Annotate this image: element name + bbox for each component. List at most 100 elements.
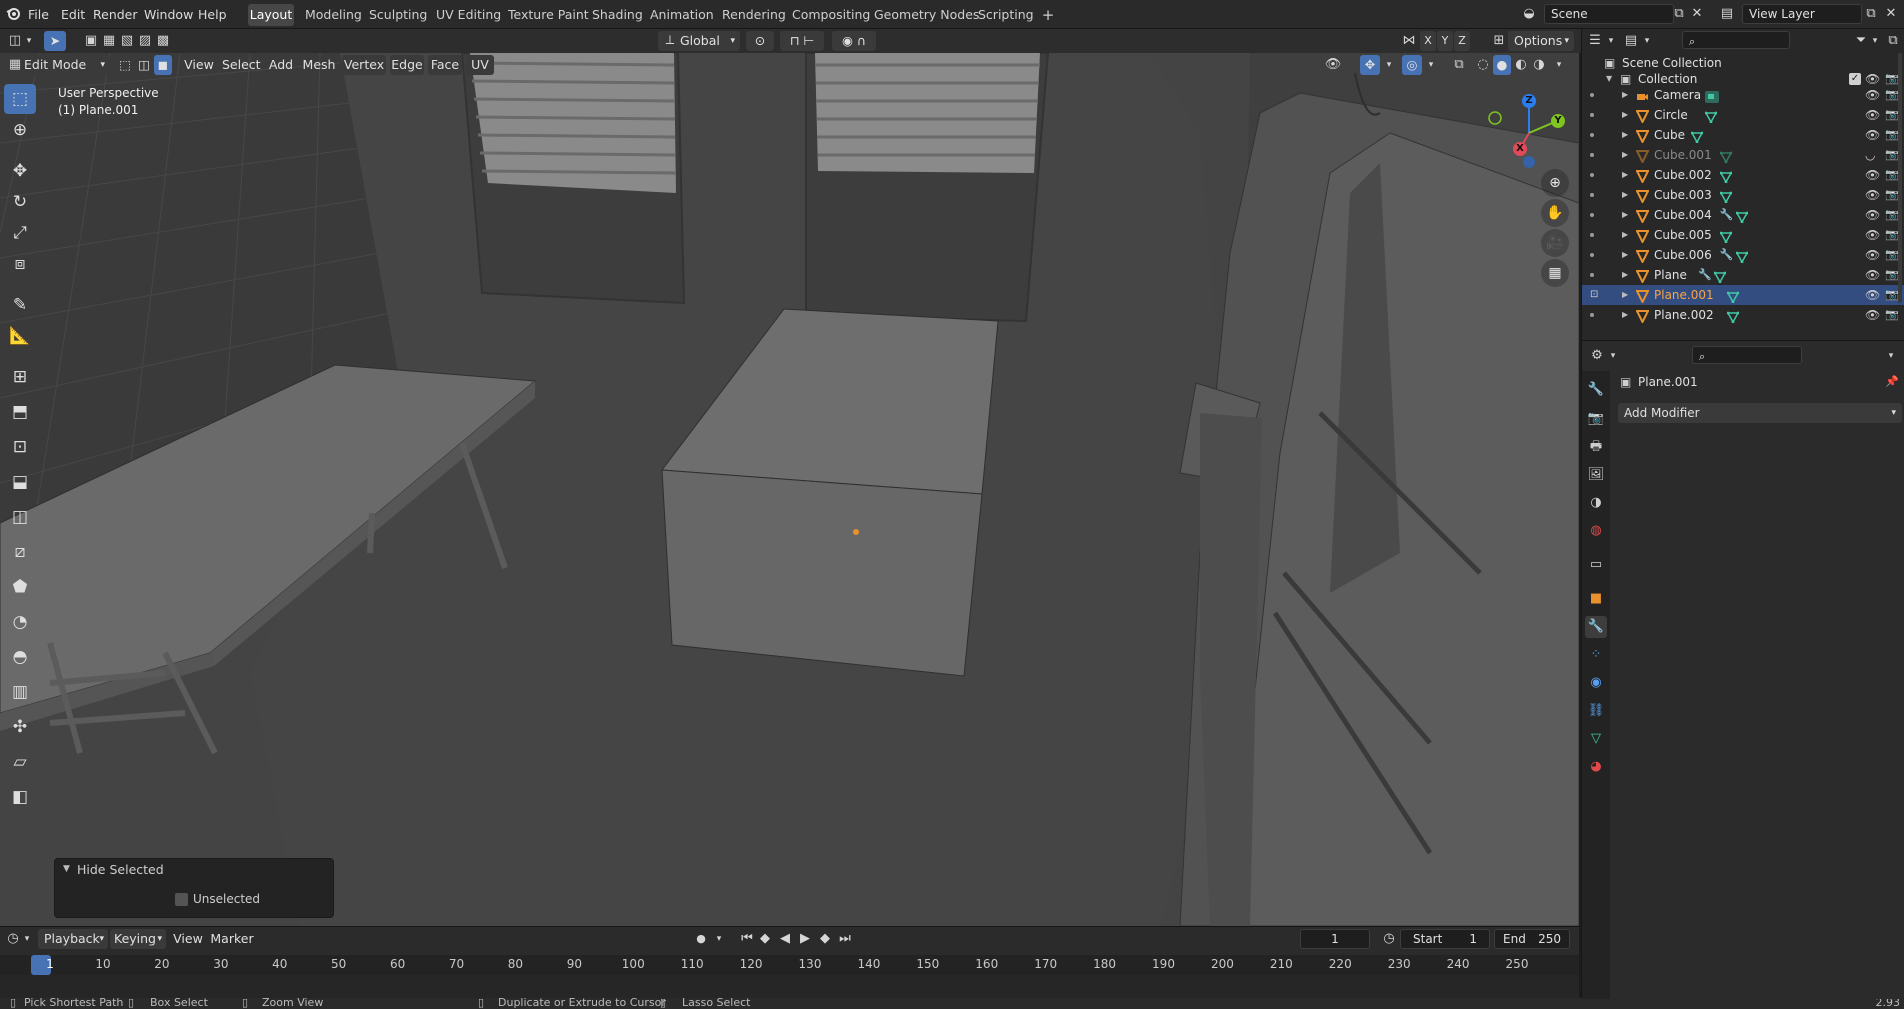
rendered-shading-icon[interactable]: ◑ — [1530, 56, 1548, 74]
mirror-y-toggle[interactable]: Y — [1437, 31, 1453, 51]
outliner-item[interactable]: ▶ Camera 👁 📷 — [1582, 85, 1904, 105]
mode-dot-icon[interactable] — [1590, 233, 1594, 237]
select-mode-intersect-icon[interactable]: ▨ — [136, 32, 154, 50]
eye-icon[interactable]: 👁 — [1865, 228, 1880, 242]
rotate-icon[interactable]: ↻ — [4, 187, 36, 217]
chevron-down-icon[interactable]: ▾ — [1866, 32, 1884, 50]
physics-icon[interactable]: ◉ — [1585, 672, 1607, 694]
pivot-point-dropdown[interactable]: ⊙ — [746, 31, 774, 51]
menu-help[interactable]: Help — [198, 5, 227, 25]
tool-icon[interactable]: 🔧 — [1585, 379, 1607, 401]
add-cube-icon[interactable]: ⊞ — [4, 362, 36, 392]
tab-rendering[interactable]: Rendering — [722, 4, 786, 26]
scene-field[interactable]: Scene — [1544, 4, 1674, 24]
render-camera-icon[interactable]: 📷 — [1885, 128, 1899, 142]
start-frame-field[interactable]: Start 1 — [1400, 929, 1490, 949]
measure-icon[interactable]: 📐 — [4, 321, 36, 351]
render-camera-icon[interactable]: 📷 — [1885, 248, 1899, 262]
options-dropdown[interactable]: Options ▾ — [1508, 31, 1574, 51]
auto-merge-icon[interactable]: ⊞ — [1490, 32, 1508, 50]
close-view-layer-icon[interactable]: ✕ — [1882, 5, 1900, 23]
gizmo-y-axis[interactable]: Y — [1551, 114, 1565, 128]
add-workspace-button[interactable]: + — [1038, 4, 1058, 26]
perspective-toggle-icon[interactable]: ▦ — [1541, 259, 1569, 287]
mode-dot-icon[interactable] — [1590, 193, 1594, 197]
properties-search-input[interactable]: ⌕ — [1692, 346, 1802, 364]
eye-icon[interactable]: 👁 — [1865, 88, 1880, 102]
extrude-icon[interactable]: ⬒ — [4, 397, 36, 427]
jump-end-icon[interactable]: ⏭ — [836, 930, 854, 948]
scale-icon[interactable]: ⤢ — [4, 218, 36, 248]
vertex-select-mode[interactable]: ⬚ — [116, 55, 134, 75]
chevron-down-icon[interactable]: ▾ — [1602, 32, 1620, 50]
eye-icon[interactable]: 👁 — [1865, 188, 1880, 202]
modifier-icon[interactable]: 🔧 — [1585, 616, 1607, 638]
chevron-down-icon[interactable]: ▾ — [1550, 56, 1568, 74]
scene-icon[interactable]: ◑ — [1585, 492, 1607, 514]
mesh-data-icon[interactable] — [1713, 269, 1727, 284]
navigation-gizmo[interactable]: Z Y X — [1484, 89, 1565, 169]
object-icon[interactable]: ■ — [1585, 588, 1607, 610]
eye-icon[interactable]: 👁 — [1865, 288, 1880, 302]
current-frame-field[interactable]: 1 — [1300, 929, 1370, 949]
annotate-icon[interactable]: ✎ — [4, 290, 36, 320]
poly-build-icon[interactable]: ⬟ — [4, 572, 36, 602]
eye-icon[interactable]: 👁 — [1865, 308, 1880, 322]
rip-icon[interactable]: ◧ — [4, 782, 36, 812]
expand-triangle-icon[interactable]: ▶ — [1622, 285, 1628, 305]
overlays-toggle-icon[interactable]: ◎ — [1402, 55, 1422, 75]
outliner-item[interactable]: ▶ Cube.003 👁 📷 — [1582, 185, 1904, 205]
menu-render[interactable]: Render — [93, 5, 138, 25]
eye-icon[interactable]: 👁 — [1865, 248, 1880, 262]
mode-dot-icon[interactable] — [1590, 273, 1594, 277]
play-icon[interactable]: ▶ — [796, 930, 814, 948]
wireframe-shading-icon[interactable]: ◌ — [1474, 56, 1492, 74]
chevron-down-icon[interactable]: ▾ — [18, 930, 36, 948]
frame-ruler[interactable]: 1 10 20 30 40 50 60 70 80 90 100 110 120 130 140 150 160… — [0, 955, 1579, 997]
view-layer-icon[interactable]: ▤ — [1718, 5, 1736, 23]
knife-icon[interactable]: ⧄ — [4, 537, 36, 567]
eye-closed-icon[interactable]: ◡ — [1865, 148, 1879, 162]
outliner-search-input[interactable]: ⌕ — [1682, 31, 1790, 49]
object-name-label[interactable]: Plane.001 — [1638, 375, 1698, 389]
gizmo-toggle-icon[interactable]: ✥ — [1360, 55, 1380, 75]
outliner-item[interactable]: ▶ Circle 👁 📷 — [1582, 105, 1904, 125]
mesh-data-icon[interactable] — [1719, 149, 1732, 164]
select-mode-new-icon[interactable]: ▣ — [82, 32, 100, 50]
outliner-item[interactable]: ▶ Cube.004 🔧 👁 📷 — [1582, 205, 1904, 225]
expand-triangle-icon[interactable]: ▶ — [1622, 245, 1628, 265]
mirror-x-toggle[interactable]: X — [1420, 31, 1436, 51]
mesh-data-icon[interactable] — [1719, 189, 1732, 204]
mesh-data-icon[interactable] — [1726, 309, 1740, 324]
record-icon[interactable]: ● — [692, 930, 710, 948]
eye-icon[interactable]: 👁 — [1865, 72, 1880, 86]
view-layer-icon[interactable]: 🖼 — [1585, 464, 1607, 486]
render-camera-icon[interactable]: 📷 — [1885, 148, 1899, 162]
shrink-fatten-icon[interactable]: ✣ — [4, 712, 36, 742]
mode-dot-icon[interactable] — [1590, 133, 1594, 137]
menu-vertex[interactable]: Vertex — [342, 55, 386, 75]
tab-modeling[interactable]: Modeling — [305, 4, 362, 26]
render-camera-icon[interactable]: 📷 — [1885, 268, 1899, 282]
scene-icon[interactable]: ◒ — [1520, 5, 1538, 23]
outliner-item[interactable]: ▶ Cube.006 🔧 👁 📷 — [1582, 245, 1904, 265]
mode-dot-icon[interactable] — [1590, 93, 1594, 97]
blender-logo-icon[interactable] — [4, 5, 22, 23]
edge-slide-icon[interactable]: ▥ — [4, 677, 36, 707]
tab-shading[interactable]: Shading — [592, 4, 643, 26]
mesh-data-icon[interactable] — [1719, 229, 1732, 244]
data-icon[interactable]: ▽ — [1585, 728, 1607, 750]
outliner-item[interactable]: ▶ Cube 👁 📷 — [1582, 125, 1904, 145]
clock-icon[interactable]: ◷ — [1380, 930, 1398, 948]
smooth-icon[interactable]: ◓ — [4, 642, 36, 672]
new-collection-icon[interactable]: ⧉ — [1884, 32, 1902, 50]
eye-icon[interactable]: 👁 — [1865, 108, 1880, 122]
material-icon[interactable]: ◕ — [1585, 756, 1607, 778]
shear-icon[interactable]: ▱ — [4, 747, 36, 777]
solid-shading-icon[interactable]: ● — [1493, 55, 1511, 75]
render-camera-icon[interactable]: 📷 — [1885, 168, 1899, 182]
timeline-view-menu[interactable]: View — [170, 929, 206, 949]
menu-edit[interactable]: Edit — [61, 5, 85, 25]
transform-icon[interactable]: ⧈ — [4, 249, 36, 279]
gizmo-x-axis[interactable]: X — [1513, 142, 1527, 156]
